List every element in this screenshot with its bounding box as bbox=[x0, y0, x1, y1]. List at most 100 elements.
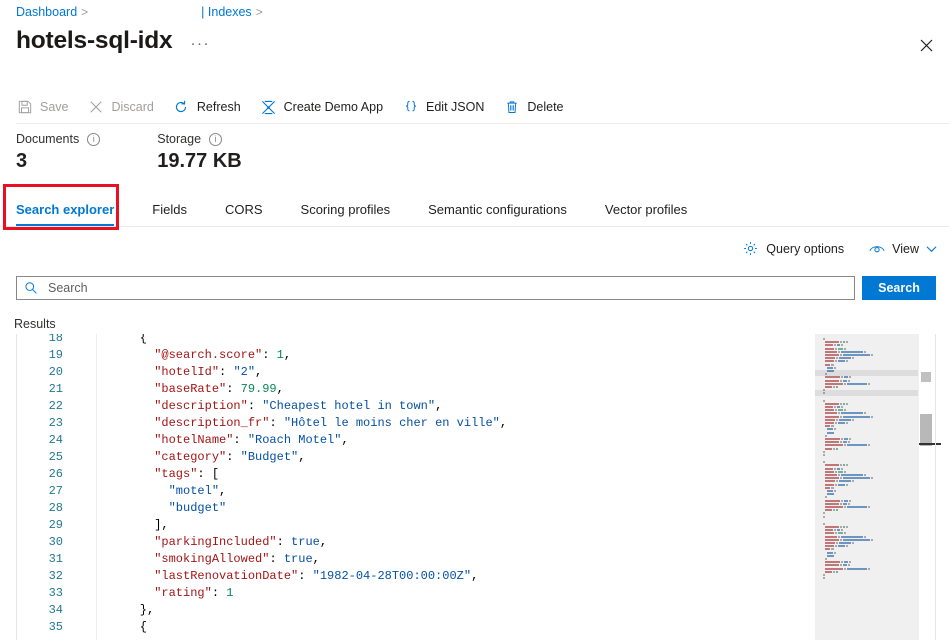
delete-button[interactable]: Delete bbox=[503, 94, 573, 120]
stat-documents: Documents i 3 bbox=[16, 132, 100, 173]
code-line: "hotelName": "Roach Motel", bbox=[111, 432, 936, 449]
editor-scrollbar[interactable] bbox=[918, 334, 932, 640]
stat-documents-label: Documents bbox=[16, 132, 79, 146]
demo-app-icon bbox=[260, 99, 277, 116]
discard-icon bbox=[88, 99, 105, 116]
search-input[interactable] bbox=[46, 280, 848, 296]
discard-button[interactable]: Discard bbox=[88, 94, 164, 120]
editor-line-numbers: 181920212223242526272829303132333435 bbox=[17, 334, 75, 640]
discard-button-label: Discard bbox=[112, 100, 154, 114]
line-number: 34 bbox=[17, 602, 63, 619]
line-number: 24 bbox=[17, 432, 63, 449]
query-options-label: Query options bbox=[766, 242, 844, 256]
view-label: View bbox=[892, 242, 919, 256]
minimap-slider bbox=[815, 334, 918, 640]
line-number: 18 bbox=[17, 334, 63, 347]
tab-cors[interactable]: CORS bbox=[225, 202, 263, 226]
code-line: "category": "Budget", bbox=[111, 449, 936, 466]
azure-index-blade: Dashboard>| Indexes> hotels-sql-idx ··· … bbox=[0, 0, 949, 640]
stats-row: Documents i 3 Storage i 19.77 KB bbox=[16, 132, 299, 173]
tab-bar: Search explorer Fields CORS Scoring prof… bbox=[16, 192, 725, 226]
save-icon bbox=[16, 99, 33, 116]
refresh-button[interactable]: Refresh bbox=[173, 94, 251, 120]
refresh-icon bbox=[173, 99, 190, 116]
line-number: 26 bbox=[17, 466, 63, 483]
toolbar-divider bbox=[16, 123, 949, 124]
info-icon[interactable]: i bbox=[87, 133, 100, 146]
info-icon[interactable]: i bbox=[209, 133, 222, 146]
code-line: "baseRate": 79.99, bbox=[111, 381, 936, 398]
stat-storage: Storage i 19.77 KB bbox=[157, 132, 242, 173]
breadcrumb-separator: > bbox=[81, 5, 88, 19]
edit-json-button[interactable]: Edit JSON bbox=[402, 94, 494, 120]
code-line: "parkingIncluded": true, bbox=[111, 534, 936, 551]
code-line: "rating": 1 bbox=[111, 585, 936, 602]
stat-storage-label: Storage bbox=[157, 132, 201, 146]
line-number: 30 bbox=[17, 534, 63, 551]
command-toolbar: Save Discard Refresh bbox=[16, 94, 583, 120]
trash-icon bbox=[503, 99, 520, 116]
code-line: "budget" bbox=[111, 500, 936, 517]
line-number: 29 bbox=[17, 517, 63, 534]
query-controls-row: Query options View bbox=[718, 240, 937, 257]
tab-scoring-profiles[interactable]: Scoring profiles bbox=[301, 202, 391, 226]
editor-right-edge bbox=[935, 334, 936, 640]
tab-fields[interactable]: Fields bbox=[152, 202, 187, 226]
line-number: 22 bbox=[17, 398, 63, 415]
breadcrumb-item-dashboard[interactable]: Dashboard bbox=[16, 5, 77, 19]
editor-code-content[interactable]: { "@search.score": 1, "hotelId": "2", "b… bbox=[97, 334, 936, 640]
breadcrumb: Dashboard>| Indexes> bbox=[16, 5, 268, 19]
create-demo-app-label: Create Demo App bbox=[284, 100, 383, 114]
line-number: 27 bbox=[17, 483, 63, 500]
code-line: { bbox=[111, 334, 936, 347]
code-line: { bbox=[111, 619, 936, 636]
tab-semantic-configurations[interactable]: Semantic configurations bbox=[428, 202, 567, 226]
page-title: hotels-sql-idx bbox=[16, 24, 172, 58]
code-line: ], bbox=[111, 517, 936, 534]
results-label: Results bbox=[14, 317, 56, 331]
tab-bar-rule bbox=[0, 226, 949, 227]
refresh-button-label: Refresh bbox=[197, 100, 241, 114]
editor-minimap[interactable] bbox=[815, 334, 918, 640]
edit-json-label: Edit JSON bbox=[426, 100, 484, 114]
line-number: 35 bbox=[17, 619, 63, 636]
line-number: 23 bbox=[17, 415, 63, 432]
code-line: "description": "Cheapest hotel in town", bbox=[111, 398, 936, 415]
scrollbar-mark bbox=[921, 372, 931, 382]
query-options-button[interactable]: Query options bbox=[742, 240, 844, 257]
curly-braces-icon bbox=[402, 99, 419, 116]
search-button[interactable]: Search bbox=[862, 276, 936, 300]
more-options-button[interactable]: ··· bbox=[190, 27, 210, 61]
results-json-editor[interactable]: 181920212223242526272829303132333435 { "… bbox=[16, 334, 936, 640]
close-button[interactable] bbox=[911, 30, 941, 60]
tab-search-explorer[interactable]: Search explorer bbox=[16, 202, 114, 226]
scrollbar-cursor-marker bbox=[919, 443, 941, 445]
search-icon bbox=[23, 280, 39, 296]
breadcrumb-item-indexes[interactable]: | Indexes bbox=[201, 5, 252, 19]
line-number: 20 bbox=[17, 364, 63, 381]
close-icon bbox=[920, 39, 933, 52]
save-button[interactable]: Save bbox=[16, 94, 79, 120]
line-number: 19 bbox=[17, 347, 63, 364]
code-line: "motel", bbox=[111, 483, 936, 500]
line-number: 32 bbox=[17, 568, 63, 585]
line-number: 33 bbox=[17, 585, 63, 602]
stat-documents-value: 3 bbox=[16, 150, 100, 173]
editor-fold-column[interactable] bbox=[75, 334, 97, 640]
delete-button-label: Delete bbox=[527, 100, 563, 114]
tab-vector-profiles[interactable]: Vector profiles bbox=[605, 202, 687, 226]
save-button-label: Save bbox=[40, 100, 69, 114]
search-input-wrapper[interactable] bbox=[16, 276, 855, 300]
gear-icon bbox=[742, 240, 759, 257]
code-line: "lastRenovationDate": "1982-04-28T00:00:… bbox=[111, 568, 936, 585]
create-demo-app-button[interactable]: Create Demo App bbox=[260, 94, 393, 120]
eye-icon bbox=[868, 240, 885, 257]
chevron-down-icon bbox=[926, 245, 937, 253]
line-number: 28 bbox=[17, 500, 63, 517]
stat-storage-value: 19.77 KB bbox=[157, 150, 242, 173]
code-line: }, bbox=[111, 602, 936, 619]
line-number: 21 bbox=[17, 381, 63, 398]
code-line: "tags": [ bbox=[111, 466, 936, 483]
line-number: 31 bbox=[17, 551, 63, 568]
view-button[interactable]: View bbox=[868, 240, 937, 257]
